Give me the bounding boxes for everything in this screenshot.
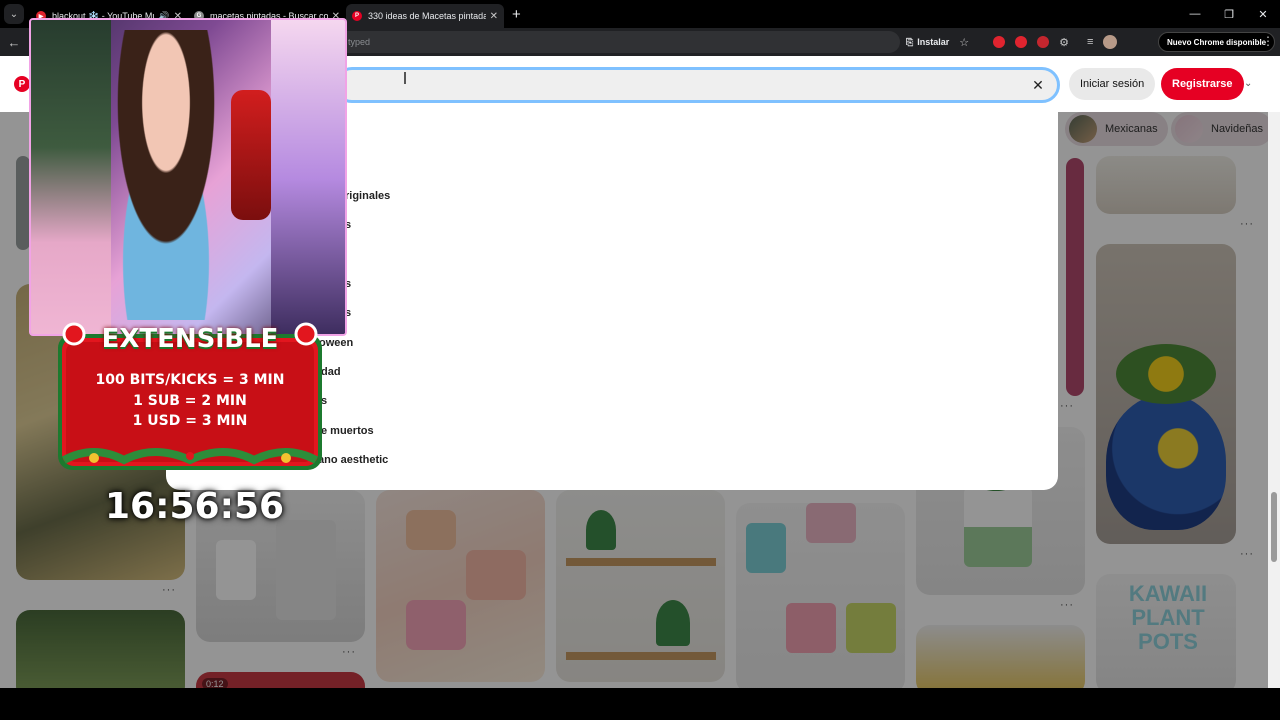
address-text: typed	[348, 37, 371, 47]
reading-list-icon[interactable]: ≡	[1087, 36, 1093, 48]
countdown-timer: 16:56:56	[105, 486, 285, 527]
install-label: Instalar	[917, 37, 950, 47]
extension-icon[interactable]	[1037, 36, 1050, 48]
tab-search-chevron-icon[interactable]: ⌄	[4, 4, 24, 24]
minimize-icon[interactable]: —	[1178, 0, 1212, 28]
close-icon[interactable]: ✕	[490, 11, 498, 22]
rule-bits: 100 BITS/KICKS = 3 MIN	[95, 372, 285, 388]
extension-icon[interactable]	[1015, 36, 1028, 48]
extensible-timer-banner: EXTENSiBLE 100 BITS/KICKS = 3 MIN 1 SUB …	[54, 320, 326, 474]
text-cursor-icon	[404, 72, 406, 84]
rule-sub: 1 SUB = 2 MIN	[133, 393, 247, 409]
star-icon[interactable]: ☆	[959, 36, 969, 49]
tab-title: 330 ideas de Macetas pintadas	[368, 11, 486, 21]
rule-usd: 1 USD = 3 MIN	[132, 413, 248, 429]
scrollbar-thumb[interactable]	[1271, 492, 1277, 562]
bottom-letterbox	[0, 688, 1280, 720]
webcam-overlay	[29, 18, 347, 336]
install-icon: ⎘	[906, 36, 914, 47]
page-scrollbar[interactable]	[1268, 112, 1280, 688]
chrome-update-button[interactable]: Nuevo Chrome disponible	[1158, 32, 1276, 52]
suggestion-item[interactable]: e muertos	[321, 425, 374, 437]
install-app-button[interactable]: ⎘ Instalar	[906, 37, 949, 48]
signup-button[interactable]: Registrarse	[1161, 68, 1244, 100]
new-tab-plus-icon[interactable]: +	[512, 6, 521, 23]
restore-icon[interactable]: ❐	[1212, 0, 1246, 28]
suggestion-item[interactable]: ano aesthetic	[318, 454, 388, 466]
extension-icon[interactable]	[993, 36, 1006, 48]
window-controls: — ❐ ✕	[1178, 0, 1280, 28]
clear-search-icon[interactable]: ✕	[1029, 76, 1047, 94]
login-button[interactable]: Iniciar sesión	[1069, 68, 1156, 100]
chevron-down-icon[interactable]: ⌄	[1244, 78, 1252, 89]
pinterest-logo-icon[interactable]: P	[14, 76, 30, 92]
update-label: Nuevo Chrome disponible	[1167, 37, 1267, 47]
tab-pinterest[interactable]: P 330 ideas de Macetas pintadas ✕	[346, 4, 504, 28]
search-bar[interactable]: ✕	[334, 67, 1060, 103]
toolbar-actions: ⎘ Instalar ☆ ⚙ ≡	[906, 28, 1118, 56]
back-arrow-icon[interactable]: ←	[0, 35, 28, 50]
more-menu-icon[interactable]: ⋮	[1262, 34, 1274, 48]
profile-avatar-icon[interactable]	[1103, 35, 1118, 49]
banner-title: EXTENSiBLE	[101, 324, 279, 354]
search-input[interactable]	[357, 76, 997, 96]
pinterest-favicon-icon: P	[352, 11, 362, 21]
window-close-icon[interactable]: ✕	[1246, 0, 1280, 28]
screen: ⌄ ▶ blackout ❄️ - YouTube Mu 🔊 ✕ G macet…	[0, 0, 1280, 720]
suggestion-item[interactable]: riginales	[345, 190, 390, 202]
puzzle-extensions-icon[interactable]: ⚙	[1059, 36, 1069, 49]
